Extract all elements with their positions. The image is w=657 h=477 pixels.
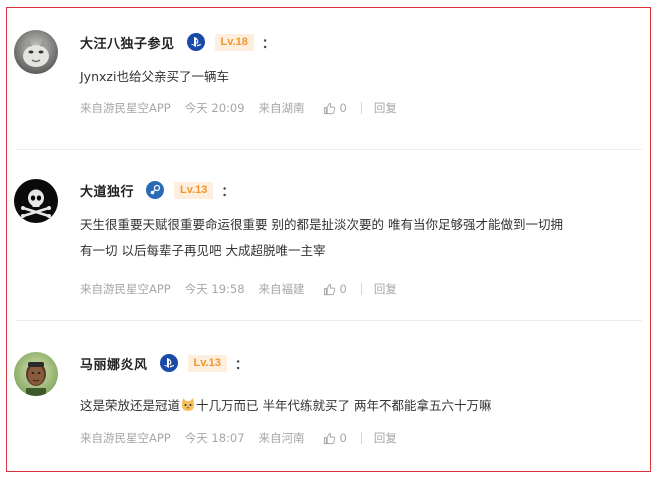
divider bbox=[360, 283, 362, 295]
comment-header: 大汪八独子参见 Lv.18 ： bbox=[80, 32, 275, 52]
username[interactable]: 马丽娜炎风 bbox=[80, 354, 148, 373]
reply-button[interactable]: 回复 bbox=[374, 100, 397, 116]
comment-meta: 来自游民星空APP 今天 18:07 来自河南 0 回复 bbox=[80, 430, 397, 446]
cat-emoji-icon bbox=[180, 396, 196, 412]
timestamp: 今天 18:07 bbox=[184, 431, 245, 445]
comment-header: 马丽娜炎风 Lv.13 ： bbox=[80, 353, 248, 373]
divider bbox=[360, 102, 362, 114]
avatar[interactable] bbox=[14, 352, 58, 396]
comment-meta: 来自游民星空APP 今天 19:58 来自福建 0 回复 bbox=[80, 281, 397, 297]
avatar[interactable] bbox=[14, 179, 58, 223]
colon-separator: ： bbox=[221, 184, 235, 200]
like-button[interactable]: 0 bbox=[323, 282, 347, 296]
reply-button[interactable]: 回复 bbox=[374, 281, 397, 297]
comment-text: 天生很重要天赋很重要命运很重要 别的都是扯淡次要的 唯有当你足够强才能做到一切拥… bbox=[80, 212, 632, 264]
level-badge: Lv.13 bbox=[187, 354, 227, 372]
playstation-icon bbox=[159, 354, 178, 372]
timestamp: 今天 19:58 bbox=[184, 282, 245, 296]
divider bbox=[360, 432, 362, 444]
timestamp: 今天 20:09 bbox=[184, 101, 245, 115]
level-badge: Lv.18 bbox=[214, 33, 254, 51]
location-label: 来自福建 bbox=[258, 282, 305, 296]
comment-list-panel: 大汪八独子参见 Lv.18 ： Jynxzi也给父亲买了一辆车 来自游民星空AP… bbox=[6, 7, 651, 472]
steam-icon bbox=[146, 181, 165, 199]
comment-meta: 来自游民星空APP 今天 20:09 来自湖南 0 回复 bbox=[80, 100, 397, 116]
source-label: 来自游民星空APP bbox=[80, 101, 171, 115]
avatar[interactable] bbox=[14, 30, 58, 74]
comment-item: 大道独行 Lv.13 ： 天生很重要天赋很重要命运很重要 别的都是扯淡次要的 唯… bbox=[7, 157, 650, 329]
comment-item: 马丽娜炎风 Lv.13 ： 这是荣放还是冠道 十几万而已 半年代练就买了 两年不都… bbox=[7, 330, 650, 472]
comment-text: 这是荣放还是冠道 十几万而已 半年代练就买了 两年不都能拿五六十万嘛 bbox=[80, 393, 632, 419]
reply-button[interactable]: 回复 bbox=[374, 430, 397, 446]
playstation-icon bbox=[186, 33, 205, 51]
level-badge: Lv.13 bbox=[174, 181, 214, 199]
colon-separator: ： bbox=[261, 36, 275, 52]
thumbs-up-icon bbox=[323, 432, 335, 444]
comment-body: Jynxzi也给父亲买了一辆车 bbox=[80, 69, 229, 84]
like-button[interactable]: 0 bbox=[323, 431, 347, 445]
like-count: 0 bbox=[339, 101, 347, 115]
like-button[interactable]: 0 bbox=[323, 101, 347, 115]
comment-body-line: 有一切 以后每辈子再见吧 大成超脱唯一主宰 bbox=[80, 243, 326, 258]
location-label: 来自湖南 bbox=[258, 101, 305, 115]
comment-header: 大道独行 Lv.13 ： bbox=[80, 180, 234, 200]
username[interactable]: 大道独行 bbox=[80, 181, 134, 200]
username[interactable]: 大汪八独子参见 bbox=[80, 33, 175, 52]
source-label: 来自游民星空APP bbox=[80, 431, 171, 445]
divider bbox=[15, 320, 642, 321]
comment-text: Jynxzi也给父亲买了一辆车 bbox=[80, 64, 632, 90]
like-count: 0 bbox=[339, 431, 347, 445]
comment-item: 大汪八独子参见 Lv.18 ： Jynxzi也给父亲买了一辆车 来自游民星空AP… bbox=[7, 8, 650, 156]
comment-body: 十几万而已 半年代练就买了 两年不都能拿五六十万嘛 bbox=[196, 398, 492, 413]
divider bbox=[15, 149, 642, 150]
thumbs-up-icon bbox=[323, 283, 335, 295]
comment-body-line: 天生很重要天赋很重要命运很重要 别的都是扯淡次要的 唯有当你足够强才能做到一切拥 bbox=[80, 217, 563, 232]
location-label: 来自河南 bbox=[258, 431, 305, 445]
source-label: 来自游民星空APP bbox=[80, 282, 171, 296]
colon-separator: ： bbox=[234, 357, 248, 373]
like-count: 0 bbox=[339, 282, 347, 296]
thumbs-up-icon bbox=[323, 102, 335, 114]
comment-body: 这是荣放还是冠道 bbox=[80, 398, 181, 413]
